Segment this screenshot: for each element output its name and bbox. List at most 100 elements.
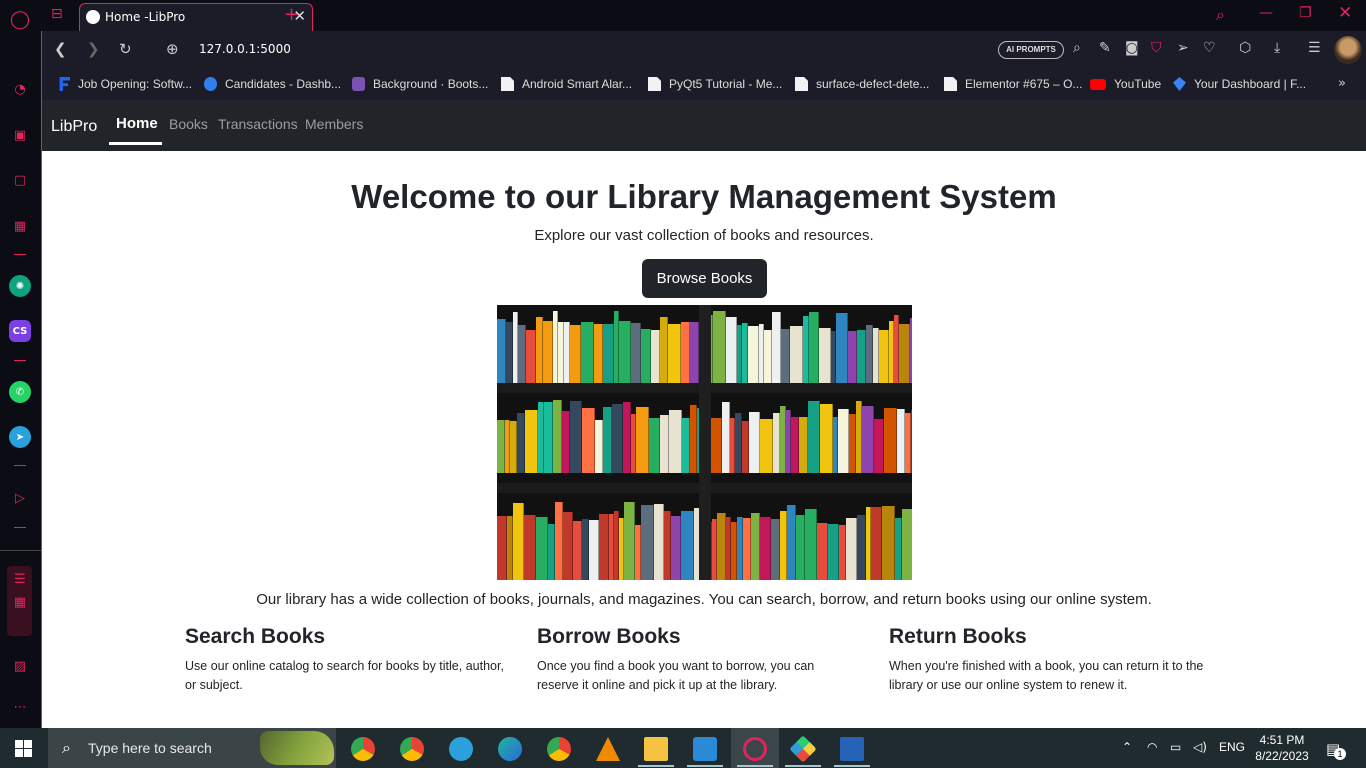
bookmark-elementor[interactable]: Elementor #675 – O... xyxy=(944,76,1082,92)
navbar-brand[interactable]: LibPro xyxy=(51,118,97,136)
book-spine xyxy=(820,404,833,473)
telegram-icon[interactable]: ➤ xyxy=(9,426,31,448)
shelf-divider xyxy=(699,305,711,580)
bookmark-job-opening[interactable]: Job Opening: Softw... xyxy=(57,76,192,92)
chrome-icon[interactable] xyxy=(400,737,424,761)
bookmark-bootstrap[interactable]: Background · Boots... xyxy=(352,76,488,92)
bookmark-candidates[interactable]: Candidates - Dashb... xyxy=(204,76,341,92)
nav-link-members[interactable]: Members xyxy=(305,116,363,132)
book-spine xyxy=(544,402,553,473)
battery-icon[interactable]: ▭ xyxy=(1170,740,1181,754)
book-spine xyxy=(589,520,599,580)
book-spine xyxy=(895,518,902,580)
book-spine xyxy=(866,325,873,383)
restore-icon[interactable]: ❐ xyxy=(1299,5,1312,21)
url-field[interactable]: 127.0.0.1:5000 xyxy=(199,42,291,56)
show-hidden-icons-icon[interactable]: ⌃ xyxy=(1122,740,1132,754)
file-explorer-icon[interactable] xyxy=(644,737,668,761)
running-indicator xyxy=(687,765,723,767)
language-indicator[interactable]: ENG xyxy=(1219,740,1245,754)
vscode-icon[interactable] xyxy=(693,737,717,761)
powershell-icon[interactable] xyxy=(840,737,864,761)
send-icon[interactable]: ➢ xyxy=(1177,40,1189,56)
git-kraken-icon[interactable] xyxy=(789,735,817,763)
book-spine xyxy=(553,400,562,473)
opera-icon[interactable] xyxy=(743,737,767,761)
edit-icon[interactable]: ✎ xyxy=(1099,40,1111,56)
bookmark-surface-defect[interactable]: surface-defect-dete... xyxy=(795,76,929,92)
chatgpt-icon[interactable]: ✺ xyxy=(9,275,31,297)
book-spine xyxy=(726,317,737,383)
browse-books-button[interactable]: Browse Books xyxy=(642,259,767,298)
book-spine xyxy=(848,331,857,383)
more-bookmarks-icon[interactable]: » xyxy=(1338,76,1346,91)
search-tabs-icon[interactable]: ⌕ xyxy=(1216,5,1225,25)
snapshot-icon[interactable]: ▨ xyxy=(9,655,31,677)
book-spine xyxy=(497,516,507,580)
new-tab-icon[interactable]: + xyxy=(284,4,299,25)
chip-icon[interactable]: ▦ xyxy=(9,215,31,237)
book-spine xyxy=(510,421,517,473)
tab-home[interactable]: Home -LibPro ✕ xyxy=(79,3,313,31)
more-icon[interactable]: ⋯ xyxy=(9,696,31,718)
nav-link-home[interactable]: Home xyxy=(116,115,158,132)
chrome-profile-2-icon[interactable] xyxy=(547,737,571,761)
volume-icon[interactable]: ◁) xyxy=(1193,740,1207,754)
book-spine xyxy=(749,412,760,473)
edge-dev-icon[interactable] xyxy=(498,737,522,761)
heart-icon[interactable]: ♡ xyxy=(1203,40,1216,56)
nav-link-books[interactable]: Books xyxy=(169,116,208,132)
bookmark-label: YouTube xyxy=(1114,77,1162,91)
book-spine xyxy=(612,404,623,473)
system-clock[interactable]: 4:51 PM 8/22/2023 xyxy=(1252,732,1312,764)
search-icon[interactable]: ⌕ xyxy=(1073,40,1081,56)
u-logo-icon xyxy=(204,77,217,91)
ai-prompts-button[interactable]: AI PROMPTS xyxy=(998,41,1064,59)
book-spine xyxy=(524,515,536,580)
bookmark-android[interactable]: Android Smart Alar... xyxy=(501,76,632,92)
workspace-icon[interactable]: ☰ xyxy=(9,568,31,590)
nav-link-transactions[interactable]: Transactions xyxy=(218,116,298,132)
telegram-icon[interactable] xyxy=(449,737,473,761)
player-icon[interactable]: ▷ xyxy=(9,487,31,509)
book-spine xyxy=(594,324,603,383)
twitch-icon[interactable]: ▢ xyxy=(9,169,31,191)
back-icon[interactable]: ❮ xyxy=(54,40,67,58)
gamepad-icon[interactable]: ⊟ xyxy=(51,6,63,22)
minimize-icon[interactable]: — xyxy=(1259,5,1273,21)
download-icon[interactable]: ⤓ xyxy=(1274,40,1280,56)
bookmark-dashboard[interactable]: Your Dashboard | F... xyxy=(1173,76,1306,92)
close-window-icon[interactable]: ✕ xyxy=(1338,3,1352,23)
chatsonic-icon[interactable]: CS xyxy=(9,320,31,342)
book-spine xyxy=(791,417,799,473)
book-spine xyxy=(743,518,751,580)
chrome-profile-icon[interactable] xyxy=(351,737,375,761)
opera-logo-icon[interactable]: ◯ xyxy=(9,8,31,30)
book-spine xyxy=(681,511,694,580)
bookmark-youtube[interactable]: YouTube xyxy=(1090,76,1161,92)
cube-icon[interactable]: ⬡ xyxy=(1239,40,1251,56)
search-placeholder: Type here to search xyxy=(88,740,212,756)
shopping-bag-icon[interactable]: ▣ xyxy=(9,124,31,146)
wifi-icon[interactable]: ◠ xyxy=(1147,740,1157,754)
chip-icon[interactable]: ▦ xyxy=(9,591,31,613)
forward-icon[interactable]: ❯ xyxy=(87,40,100,58)
shield-icon[interactable]: ⛉ xyxy=(1151,40,1162,56)
reload-icon[interactable]: ↻ xyxy=(119,40,132,58)
windows-start-icon[interactable] xyxy=(15,740,32,757)
running-indicator xyxy=(834,765,870,767)
notification-badge: 1 xyxy=(1334,748,1346,760)
book-spine xyxy=(582,519,589,580)
whatsapp-icon[interactable]: ✆ xyxy=(9,381,31,403)
camera-icon[interactable]: ◙ xyxy=(1125,40,1139,56)
book-spine xyxy=(654,504,664,580)
easy-setup-icon[interactable]: ☰ xyxy=(1308,40,1321,56)
speedometer-icon[interactable]: ◔ xyxy=(9,78,31,100)
bookmark-pyqt5[interactable]: PyQt5 Tutorial - Me... xyxy=(648,76,782,92)
vlc-icon[interactable] xyxy=(596,737,620,761)
main-content: Welcome to our Library Management System… xyxy=(41,151,1366,728)
book-spine xyxy=(809,312,819,383)
taskbar-search[interactable]: ⌕ Type here to search xyxy=(48,728,336,768)
avatar[interactable] xyxy=(1334,36,1362,64)
feature-title: Return Books xyxy=(889,625,1027,648)
